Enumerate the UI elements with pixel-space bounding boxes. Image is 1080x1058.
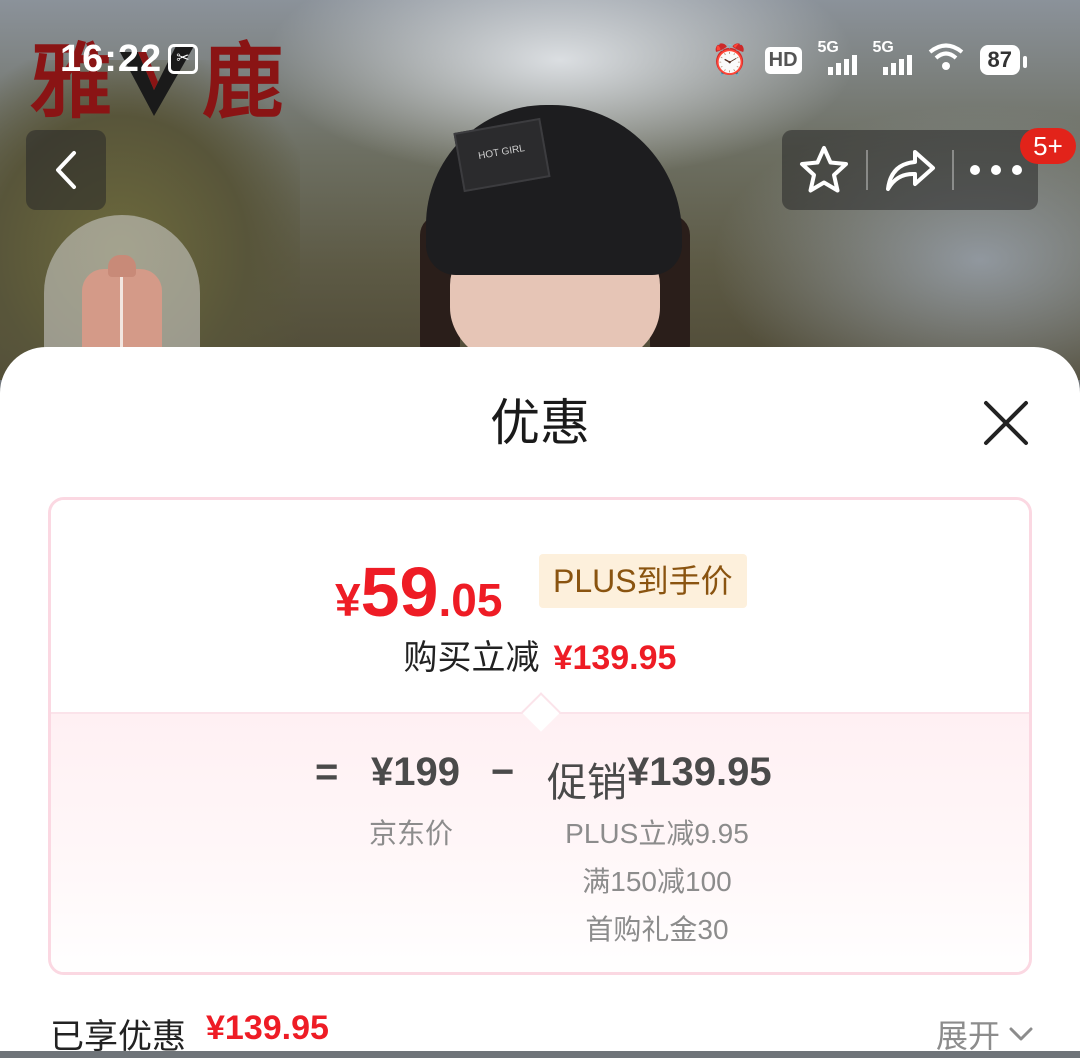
hd-voice-icon: HD xyxy=(764,46,802,74)
screenshot-icon: ✂ xyxy=(168,44,198,74)
alarm-icon: ⏰ xyxy=(711,43,749,77)
star-icon xyxy=(800,146,848,193)
base-price: ¥199 xyxy=(371,750,460,794)
back-button[interactable] xyxy=(26,130,106,210)
product-thumbnail[interactable] xyxy=(44,215,200,365)
chevron-down-icon xyxy=(1009,1027,1033,1041)
promo-details: PLUS立减9.95 满150减100 首购礼金30 xyxy=(559,810,755,954)
base-price-label: 京东价 xyxy=(369,818,454,849)
share-icon xyxy=(886,150,935,191)
equals-sign: = xyxy=(315,750,339,794)
promo-amount: ¥139.95 xyxy=(627,750,772,794)
top-action-bar xyxy=(782,130,1038,210)
chevron-left-icon xyxy=(56,151,76,189)
enjoyed-discount-row: 已享优惠 ¥139.95 展开 xyxy=(50,1009,1034,1056)
beanie-hat: HOT GIRL xyxy=(426,105,682,275)
status-time: 16:22 xyxy=(60,38,163,80)
discount-sheet: 优惠 = ¥199 − 促销 ¥139.95 京东价 PLUS立减9.95 满1… xyxy=(0,347,1080,1056)
share-button[interactable] xyxy=(868,130,952,210)
status-bar: 16:22 ✂ ⏰ HD 5G 5G 87 xyxy=(0,36,1080,86)
plus-price-tag: PLUS到手价 xyxy=(539,554,747,608)
reduce-amount: ¥139.95 xyxy=(553,639,677,677)
expand-button[interactable]: 展开 xyxy=(936,1011,1034,1057)
reduce-line: 购买立减 ¥139.95 xyxy=(51,630,1029,679)
close-icon xyxy=(984,401,1028,445)
price-calculation: = ¥199 − 促销 ¥139.95 京东价 PLUS立减9.95 满150减… xyxy=(51,712,1029,972)
signal-icon-sim2: 5G xyxy=(873,39,912,75)
sheet-title: 优惠 xyxy=(490,395,590,451)
hat-label: HOT GIRL xyxy=(453,117,551,193)
more-icon xyxy=(970,165,1022,175)
final-price: ¥59.05 xyxy=(335,553,503,631)
enjoyed-amount: ¥139.95 xyxy=(206,1009,329,1047)
price-breakdown-card: = ¥199 − 促销 ¥139.95 京东价 PLUS立减9.95 满150减… xyxy=(48,497,1032,975)
expand-label: 展开 xyxy=(935,1018,1000,1054)
favorite-button[interactable] xyxy=(782,130,866,210)
battery-icon: 87 xyxy=(979,45,1028,75)
signal-icon-sim1: 5G xyxy=(818,39,857,75)
reduce-label: 购买立减 xyxy=(403,639,540,677)
minus-sign: − xyxy=(491,750,515,794)
promo-label: 促销 xyxy=(547,761,627,805)
model-photo: HOT GIRL xyxy=(420,105,690,375)
wifi-icon xyxy=(928,43,964,78)
promo-detail-item: 满150减100 xyxy=(582,866,732,897)
close-button[interactable] xyxy=(976,393,1036,453)
promo-detail-item: PLUS立减9.95 xyxy=(565,818,749,849)
message-badge: 5+ xyxy=(1020,128,1076,164)
promo-detail-item: 首购礼金30 xyxy=(585,914,729,945)
